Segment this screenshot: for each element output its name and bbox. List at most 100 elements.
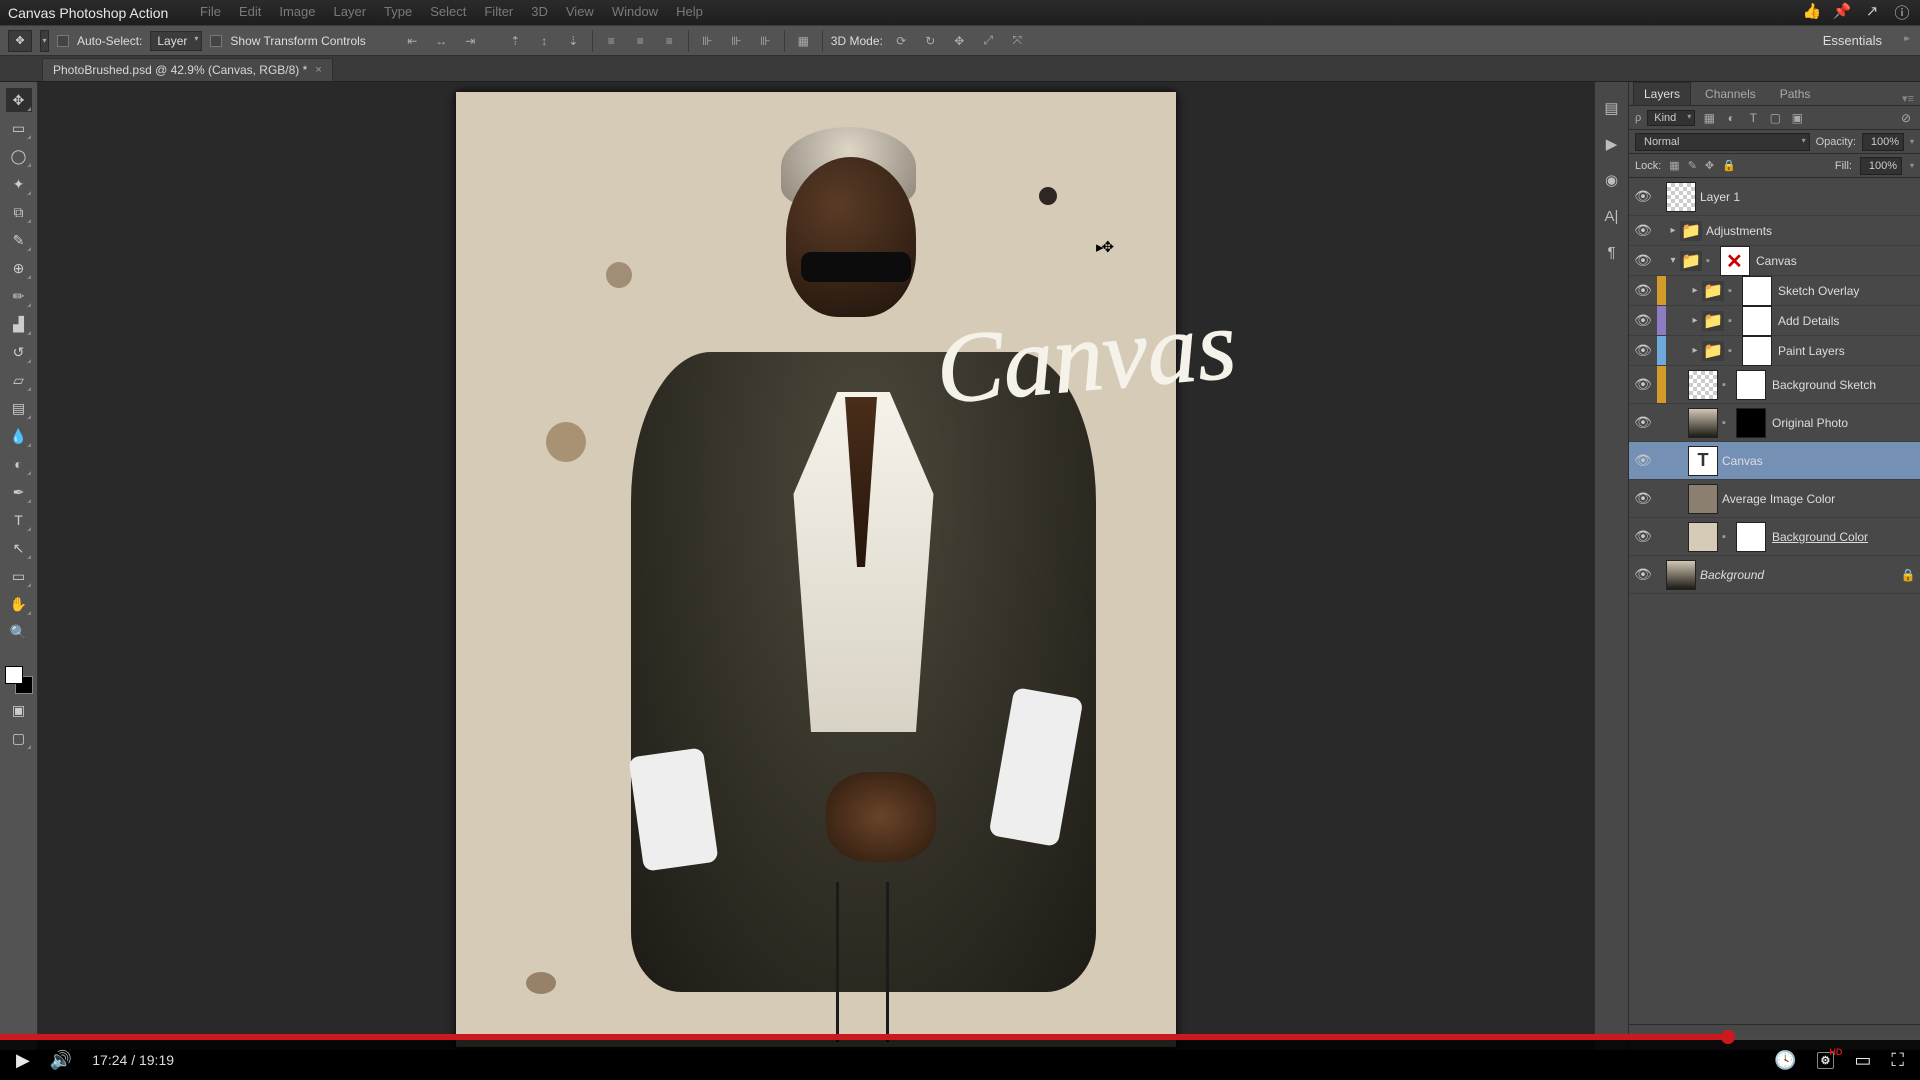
tab-paths[interactable]: Paths — [1770, 83, 1821, 105]
auto-select-kind-dropdown[interactable]: Layer — [150, 31, 202, 51]
path-select-tool[interactable]: ↖ — [6, 536, 32, 560]
layer-thumbnail[interactable]: 📁 — [1702, 341, 1724, 361]
align-right-icon[interactable]: ⇥ — [460, 30, 481, 51]
tab-channels[interactable]: Channels — [1695, 83, 1766, 105]
menu-item[interactable]: Help — [676, 4, 703, 19]
layer-row-layer1[interactable]: 👁Layer 1 — [1629, 178, 1920, 216]
filter-smart-icon[interactable]: ▣ — [1789, 111, 1805, 125]
layer-thumbnail[interactable] — [1688, 370, 1718, 400]
layer-name[interactable]: Background Sketch — [1772, 378, 1920, 392]
expand-toggle[interactable]: ▸ — [1688, 285, 1702, 296]
layer-thumbnail[interactable]: 📁 — [1702, 281, 1724, 301]
layer-thumbnail[interactable] — [1688, 484, 1718, 514]
auto-align-icon[interactable]: ▦ — [793, 30, 814, 51]
lock-trans-icon[interactable]: ▦ — [1669, 159, 1679, 172]
screenmode-tool[interactable]: ▢ — [6, 726, 32, 750]
properties-panel-icon[interactable]: ◉ — [1600, 168, 1624, 192]
visibility-toggle[interactable]: 👁 — [1629, 222, 1657, 239]
menu-item[interactable]: Window — [612, 4, 658, 19]
thumbs-up-icon[interactable]: 👍 — [1802, 2, 1822, 23]
layer-mask-thumbnail[interactable] — [1736, 370, 1766, 400]
layer-row-canvas-t[interactable]: 👁 T Canvas — [1629, 442, 1920, 480]
chevron-down-icon[interactable]: ▾ — [1910, 161, 1914, 170]
layer-name[interactable]: Average Image Color — [1722, 492, 1920, 506]
3d-roll-icon[interactable]: ↻ — [920, 30, 941, 51]
menu-item[interactable]: Layer — [334, 4, 367, 19]
tab-layers[interactable]: Layers — [1633, 82, 1691, 105]
tool-preset-dropdown[interactable]: ▾ — [40, 30, 49, 52]
lasso-tool[interactable]: ◯ — [6, 144, 32, 168]
layer-thumbnail[interactable] — [1688, 522, 1718, 552]
visibility-toggle[interactable]: 👁 — [1629, 282, 1657, 299]
info-icon[interactable]: ⓘ — [1892, 2, 1912, 23]
zoom-tool[interactable]: 🔍 — [6, 620, 32, 644]
document-tab[interactable]: PhotoBrushed.psd @ 42.9% (Canvas, RGB/8)… — [42, 58, 333, 81]
mask-link-icon[interactable]: ▪ — [1722, 531, 1736, 543]
menu-item[interactable]: 3D — [531, 4, 548, 19]
3d-pan-icon[interactable]: ✥ — [949, 30, 970, 51]
panel-menu-icon[interactable]: ▾≡ — [1902, 92, 1914, 105]
layer-name[interactable]: Adjustments — [1706, 224, 1920, 238]
brush-tool[interactable]: ✏ — [6, 284, 32, 308]
close-icon[interactable]: × — [315, 64, 321, 76]
fill-field[interactable]: 100% — [1860, 157, 1902, 175]
layer-mask-thumbnail[interactable] — [1742, 306, 1772, 336]
color-swatches[interactable] — [5, 666, 33, 694]
mask-link-icon[interactable]: ▪ — [1706, 255, 1720, 267]
layer-row-sketch[interactable]: 👁 ▸📁 ▪ Sketch Overlay — [1629, 276, 1920, 306]
filter-kind-dropdown[interactable]: Kind — [1647, 110, 1695, 126]
layer-thumbnail[interactable]: 📁 — [1680, 251, 1702, 271]
3d-orbit-icon[interactable]: ⟳ — [891, 30, 912, 51]
align-vcenter-icon[interactable]: ↕ — [534, 30, 555, 51]
3d-scale-icon[interactable]: ⤧ — [1007, 30, 1028, 51]
healing-tool[interactable]: ⊕ — [6, 256, 32, 280]
hand-tool[interactable]: ✋ — [6, 592, 32, 616]
visibility-toggle[interactable]: 👁 — [1629, 452, 1657, 469]
menu-item[interactable]: Image — [279, 4, 315, 19]
auto-select-checkbox[interactable] — [57, 35, 69, 47]
layer-thumbnail[interactable]: 📁 — [1702, 311, 1724, 331]
menu-item[interactable]: Filter — [484, 4, 513, 19]
pen-tool[interactable]: ✒ — [6, 480, 32, 504]
visibility-toggle[interactable]: 👁 — [1629, 490, 1657, 507]
layer-name[interactable]: Canvas — [1722, 454, 1920, 468]
history-brush-tool[interactable]: ↺ — [6, 340, 32, 364]
video-progress-track[interactable] — [0, 1034, 1920, 1040]
mask-link-icon[interactable]: ▪ — [1728, 285, 1742, 297]
layer-mask-thumbnail[interactable] — [1736, 522, 1766, 552]
layer-mask-thumbnail[interactable] — [1742, 336, 1772, 366]
play-button[interactable]: ▶ — [16, 1050, 30, 1071]
search-icon[interactable]: ρ — [1635, 112, 1641, 124]
mask-link-icon[interactable]: ▪ — [1722, 417, 1736, 429]
visibility-toggle[interactable]: 👁 — [1629, 528, 1657, 545]
lock-pixels-icon[interactable]: ✎ — [1688, 159, 1697, 172]
menu-item[interactable]: Select — [430, 4, 466, 19]
layer-name[interactable]: Background — [1700, 568, 1896, 582]
distribute-icon[interactable]: ≡ — [659, 30, 680, 51]
dodge-tool[interactable]: ◐ — [6, 452, 32, 476]
visibility-toggle[interactable]: 👁 — [1629, 376, 1657, 393]
layer-thumbnail[interactable]: 📁 — [1680, 221, 1702, 241]
visibility-toggle[interactable]: 👁 — [1629, 342, 1657, 359]
layer-row-bgcolor[interactable]: 👁▪Background Color — [1629, 518, 1920, 556]
layer-thumbnail[interactable]: T — [1688, 446, 1718, 476]
visibility-toggle[interactable]: 👁 — [1629, 312, 1657, 329]
mask-link-icon[interactable]: ▪ — [1728, 345, 1742, 357]
crop-tool[interactable]: ⧉ — [6, 200, 32, 224]
layer-row-bg[interactable]: 👁Background🔒 — [1629, 556, 1920, 594]
layer-name[interactable]: Layer 1 — [1700, 190, 1920, 204]
filter-type-icon[interactable]: T — [1745, 111, 1761, 125]
stamp-tool[interactable]: ▟ — [6, 312, 32, 336]
eraser-tool[interactable]: ▱ — [6, 368, 32, 392]
layer-name[interactable]: Paint Layers — [1778, 344, 1920, 358]
menu-item[interactable]: Type — [384, 4, 412, 19]
blur-tool[interactable]: 💧 — [6, 424, 32, 448]
align-left-icon[interactable]: ⇤ — [402, 30, 423, 51]
layer-name[interactable]: Sketch Overlay — [1778, 284, 1920, 298]
layer-row-bgsketch[interactable]: 👁▪Background Sketch — [1629, 366, 1920, 404]
blend-mode-dropdown[interactable]: Normal — [1635, 133, 1810, 151]
quickmask-tool[interactable]: ▣ — [6, 698, 32, 722]
distribute-icon[interactable]: ≡ — [601, 30, 622, 51]
filter-toggle-icon[interactable]: ⊘ — [1898, 111, 1914, 125]
layer-mask-thumbnail[interactable]: ✕ — [1720, 246, 1750, 276]
